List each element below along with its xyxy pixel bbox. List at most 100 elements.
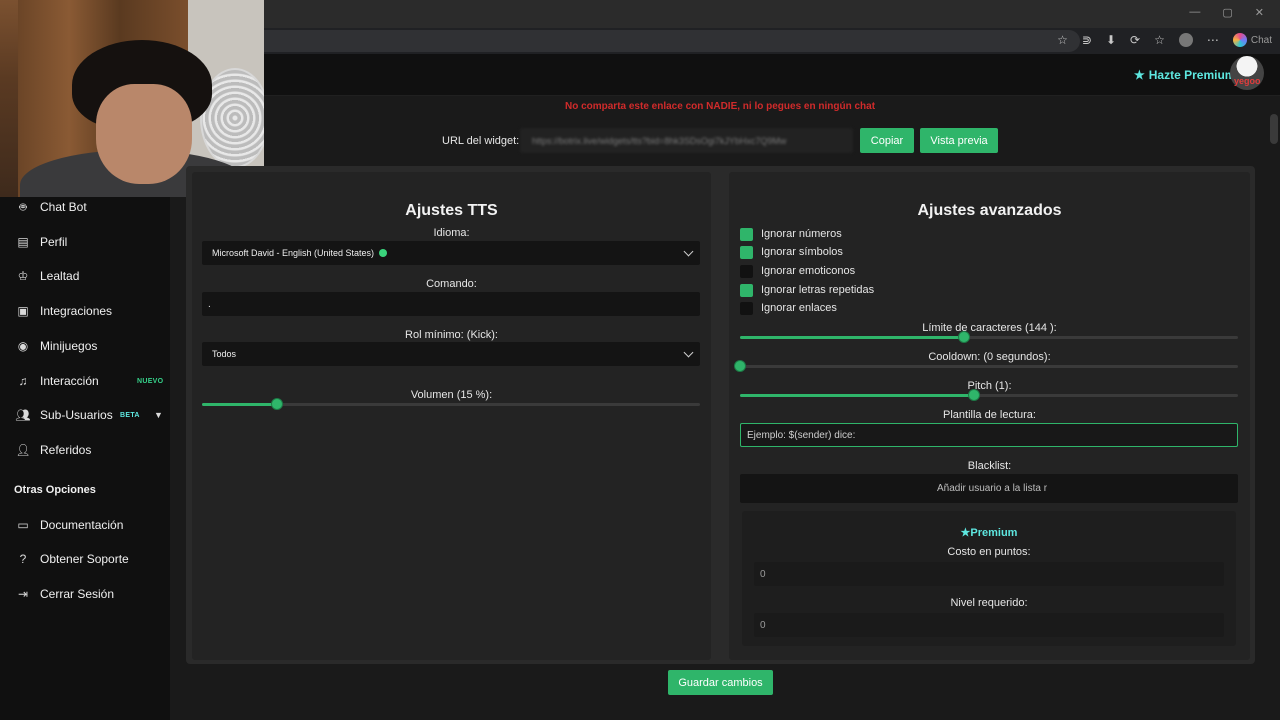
- sidebar-item-label: Lealtad: [40, 269, 80, 283]
- maximize-icon[interactable]: ▢: [1222, 6, 1232, 19]
- option-ignore-repeated-letters[interactable]: Ignorar letras repetidas: [740, 283, 874, 297]
- role-value: Todos: [212, 349, 237, 359]
- checkbox[interactable]: [740, 283, 753, 297]
- language-label: Idioma:: [433, 227, 470, 239]
- widget-url-input[interactable]: https://botrix.live/widgets/tts?bid=8hk3…: [520, 128, 853, 153]
- new-badge: NUEVO: [137, 377, 164, 385]
- option-ignore-symbols[interactable]: Ignorar símbolos: [740, 245, 843, 259]
- language-select[interactable]: Microsoft David - English (United States…: [202, 241, 700, 265]
- template-input[interactable]: Ejemplo: $(sender) dice:: [740, 423, 1238, 447]
- option-ignore-emoticons[interactable]: Ignorar emoticonos: [740, 264, 855, 278]
- sidebar-item-label: Cerrar Sesión: [40, 587, 115, 601]
- section-title-other-options: Otras Opciones: [14, 484, 96, 496]
- copilot-chat-label: Chat: [1250, 34, 1272, 46]
- sidebar-item-documentacion[interactable]: ▭ Documentación: [0, 510, 170, 540]
- premium-label: Hazte Premium: [1148, 68, 1236, 82]
- chevron-down-icon: [683, 347, 694, 358]
- slider-thumb[interactable]: [270, 398, 283, 410]
- sidebar-item-label: Minijuegos: [40, 339, 98, 353]
- trophy-icon: ♔: [17, 269, 29, 283]
- copilot-icon: [1232, 33, 1247, 47]
- question-icon: ?: [19, 552, 27, 566]
- advanced-settings-card: Ajustes avanzados Ignorar números Ignora…: [729, 172, 1250, 660]
- char-limit-slider[interactable]: [740, 331, 1238, 343]
- volume-slider[interactable]: [202, 398, 700, 410]
- role-select[interactable]: Todos: [202, 342, 700, 366]
- sidebar-item-label: Sub-Usuarios: [40, 408, 113, 422]
- chevron-down-icon: [683, 246, 694, 257]
- sidebar-item-interaccion[interactable]: ♫ Interacción NUEVO: [0, 366, 170, 396]
- slider-thumb[interactable]: [958, 331, 971, 343]
- level-label: Nivel requerido:: [950, 597, 1028, 609]
- slider-thumb[interactable]: [734, 360, 746, 372]
- minimize-icon[interactable]: —: [1189, 6, 1200, 19]
- tts-title: Ajustes TTS: [405, 202, 498, 219]
- slider-fill: [740, 336, 965, 339]
- logout-icon: ⇥: [17, 587, 29, 601]
- star-icon[interactable]: ☆: [1057, 33, 1068, 47]
- option-ignore-links[interactable]: Ignorar enlaces: [740, 301, 837, 315]
- profile-icon[interactable]: [1178, 33, 1193, 47]
- slider-track: [740, 365, 1238, 368]
- sidebar-item-lealtad[interactable]: ♔ Lealtad: [0, 261, 170, 291]
- save-button[interactable]: Guardar cambios: [668, 670, 773, 695]
- blacklist-input[interactable]: Añadir usuario a la lista r: [740, 474, 1238, 503]
- sidebar-item-label: Referidos: [40, 443, 92, 457]
- cost-input[interactable]: 0: [754, 562, 1224, 586]
- cooldown-slider[interactable]: [734, 360, 1238, 372]
- checkbox[interactable]: [740, 264, 753, 278]
- checkbox[interactable]: [740, 245, 753, 259]
- option-label: Ignorar números: [761, 228, 842, 240]
- star-icon: ★: [960, 527, 971, 539]
- widget-url-label: URL del widget:: [442, 135, 520, 147]
- premium-box: ★Premium Costo en puntos: 0 Nivel requer…: [742, 511, 1236, 646]
- beta-badge: BETA: [120, 411, 140, 419]
- premium-title: Premium: [970, 527, 1018, 539]
- star-icon: ★: [1134, 68, 1145, 82]
- checkbox[interactable]: [740, 301, 753, 315]
- warning-text: No comparta este enlace con NADIE, ni lo…: [564, 101, 876, 112]
- sidebar-item-cerrar-sesion[interactable]: ⇥ Cerrar Sesión: [0, 579, 170, 609]
- close-icon[interactable]: ✕: [1255, 6, 1264, 19]
- slider-thumb[interactable]: [968, 389, 981, 401]
- cost-label: Costo en puntos:: [947, 546, 1031, 558]
- preview-button[interactable]: Vista previa: [920, 128, 998, 153]
- language-value: Microsoft David - English (United States…: [212, 248, 375, 258]
- slider-fill: [202, 403, 277, 406]
- browser-toolbar: ☆ ⋑ ⬇ ⟳ ☆ ⋯ Chat: [1057, 33, 1272, 47]
- sidebar-item-label: Interacción: [40, 374, 99, 388]
- scrollbar[interactable]: [1270, 114, 1278, 144]
- sidebar-item-integraciones[interactable]: ▣ Integraciones: [0, 296, 170, 326]
- copy-button[interactable]: Copiar: [860, 128, 914, 153]
- pitch-slider[interactable]: [740, 389, 1238, 401]
- extensions-icon[interactable]: ⟳: [1130, 33, 1140, 47]
- blacklist-label: Blacklist:: [967, 460, 1012, 472]
- read-aloud-icon[interactable]: ⋑: [1082, 33, 1092, 47]
- gamepad-icon: ◉: [17, 339, 29, 353]
- users-icon: 👥︎: [15, 408, 31, 422]
- sidebar-item-sub-usuarios[interactable]: 👥︎ Sub-Usuarios BETA ▼: [0, 400, 170, 430]
- chevron-down-icon[interactable]: ▼: [154, 410, 163, 420]
- sidebar-item-referidos[interactable]: 👤︎ Referidos: [0, 435, 170, 465]
- option-label: Ignorar símbolos: [761, 246, 843, 258]
- role-label: Rol mínimo: (Kick):: [405, 329, 498, 341]
- sidebar-item-label: Obtener Soporte: [40, 552, 129, 566]
- sidebar-item-perfil[interactable]: ▤ Perfil: [0, 227, 170, 257]
- settings-panel: Ajustes TTS Idioma: Microsoft David - En…: [186, 166, 1255, 664]
- slider-fill: [740, 394, 975, 397]
- command-input[interactable]: .: [202, 292, 700, 316]
- sidebar-item-label: Documentación: [40, 518, 124, 532]
- sidebar-item-soporte[interactable]: ? Obtener Soporte: [0, 544, 170, 574]
- more-icon[interactable]: ⋯: [1207, 33, 1219, 47]
- checkbox[interactable]: [740, 227, 753, 241]
- level-input[interactable]: 0: [754, 613, 1224, 637]
- option-ignore-numbers[interactable]: Ignorar números: [740, 227, 842, 241]
- tts-settings-card: Ajustes TTS Idioma: Microsoft David - En…: [192, 172, 711, 660]
- sidebar-item-label: Perfil: [40, 235, 68, 249]
- premium-link[interactable]: ★ Hazte Premium: [1134, 68, 1235, 82]
- copilot-chat-button[interactable]: Chat: [1232, 33, 1272, 47]
- sidebar-item-minijuegos[interactable]: ◉ Minijuegos: [0, 331, 170, 361]
- plug-icon: ▣: [17, 304, 29, 318]
- favorites-icon[interactable]: ☆: [1154, 33, 1165, 47]
- download-icon[interactable]: ⬇: [1106, 33, 1116, 47]
